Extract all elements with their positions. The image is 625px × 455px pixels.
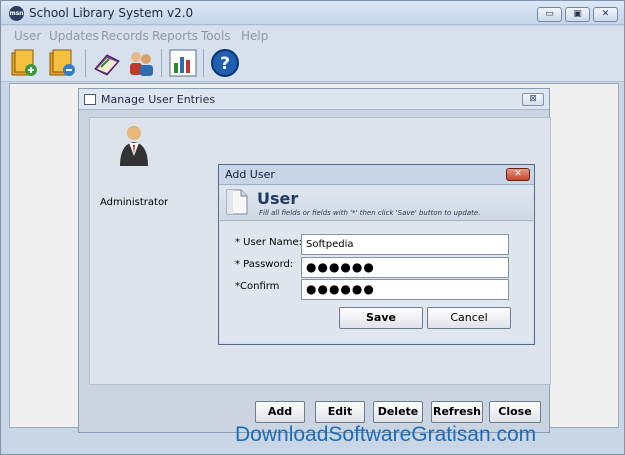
books-out-icon[interactable] bbox=[47, 47, 79, 79]
toolbar-separator bbox=[203, 49, 204, 77]
add-user-dialog: Add User ✕ User Fill all fields or field… bbox=[218, 164, 535, 345]
menu-help[interactable]: Help bbox=[241, 29, 268, 43]
watermark-text: DownloadSoftwareGratisan.com bbox=[235, 423, 537, 446]
add-user-heading: User bbox=[257, 189, 299, 208]
close-dialog-button[interactable]: Close bbox=[489, 401, 541, 423]
maximize-button[interactable]: ▣ bbox=[565, 7, 590, 22]
users-group-icon[interactable] bbox=[125, 47, 157, 79]
add-user-form: * User Name: Softpedia * Password: ●●●●●… bbox=[220, 222, 533, 342]
document-icon bbox=[226, 189, 248, 215]
save-button-label: Save bbox=[366, 311, 396, 324]
app-logo-icon: msn bbox=[9, 6, 24, 21]
refresh-button-label: Refresh bbox=[433, 405, 481, 418]
app-title: School Library System v2.0 bbox=[29, 6, 194, 20]
confirm-field-label: *Confirm bbox=[235, 281, 280, 292]
add-button[interactable]: Add bbox=[255, 401, 305, 423]
manage-users-title-bar: Manage User Entries ⊠ bbox=[79, 89, 549, 110]
title-bar: msn School Library System v2.0 ▭ ▣ ✕ bbox=[1, 1, 624, 25]
delete-button-label: Delete bbox=[377, 405, 419, 418]
catalog-book-icon[interactable] bbox=[91, 47, 123, 79]
window-icon bbox=[84, 94, 96, 105]
add-button-label: Add bbox=[267, 405, 293, 418]
administrator-user-icon bbox=[120, 126, 148, 166]
save-button[interactable]: Save bbox=[339, 307, 423, 329]
user-name-input[interactable]: Softpedia bbox=[301, 234, 509, 255]
close-button-label: Close bbox=[498, 405, 532, 418]
manage-users-close-button[interactable]: ⊠ bbox=[522, 93, 544, 106]
menu-user[interactable]: User bbox=[14, 29, 41, 43]
help-glyph: ? bbox=[220, 54, 230, 74]
password-input[interactable]: ●●●●●● bbox=[301, 257, 509, 278]
add-user-hint: Fill all fields or fields with '*' then … bbox=[259, 209, 481, 217]
toolbar: ? bbox=[1, 44, 624, 82]
user-name-label: Administrator bbox=[100, 197, 169, 208]
cancel-button-label: Cancel bbox=[450, 311, 488, 324]
refresh-button[interactable]: Refresh bbox=[431, 401, 483, 423]
confirm-password-input[interactable]: ●●●●●● bbox=[301, 279, 509, 300]
menu-reports[interactable]: Reports bbox=[152, 29, 198, 43]
minimize-button[interactable]: ▭ bbox=[537, 7, 562, 22]
add-user-title: Add User bbox=[225, 168, 275, 181]
user-name-field-label: * User Name: bbox=[235, 237, 303, 248]
menu-records[interactable]: Records bbox=[101, 29, 149, 43]
add-user-header: User Fill all fields or fields with '*' … bbox=[220, 186, 533, 221]
menu-updates[interactable]: Updates bbox=[49, 29, 99, 43]
toolbar-separator bbox=[161, 49, 162, 77]
menu-bar: User Updates Records Reports Tools Help bbox=[1, 26, 624, 44]
add-user-title-bar: Add User ✕ bbox=[219, 165, 534, 185]
help-icon[interactable]: ? bbox=[209, 47, 241, 79]
edit-button-label: Edit bbox=[327, 405, 353, 418]
cancel-button[interactable]: Cancel bbox=[427, 307, 511, 329]
books-in-icon[interactable] bbox=[9, 47, 41, 79]
close-button[interactable]: ✕ bbox=[593, 7, 618, 22]
add-user-close-button[interactable]: ✕ bbox=[506, 168, 530, 181]
toolbar-separator bbox=[85, 49, 86, 77]
menu-tools[interactable]: Tools bbox=[201, 29, 231, 43]
report-chart-icon[interactable] bbox=[167, 47, 199, 79]
password-field-label: * Password: bbox=[235, 259, 294, 270]
delete-button[interactable]: Delete bbox=[373, 401, 423, 423]
manage-users-title: Manage User Entries bbox=[101, 93, 216, 106]
edit-button[interactable]: Edit bbox=[315, 401, 365, 423]
